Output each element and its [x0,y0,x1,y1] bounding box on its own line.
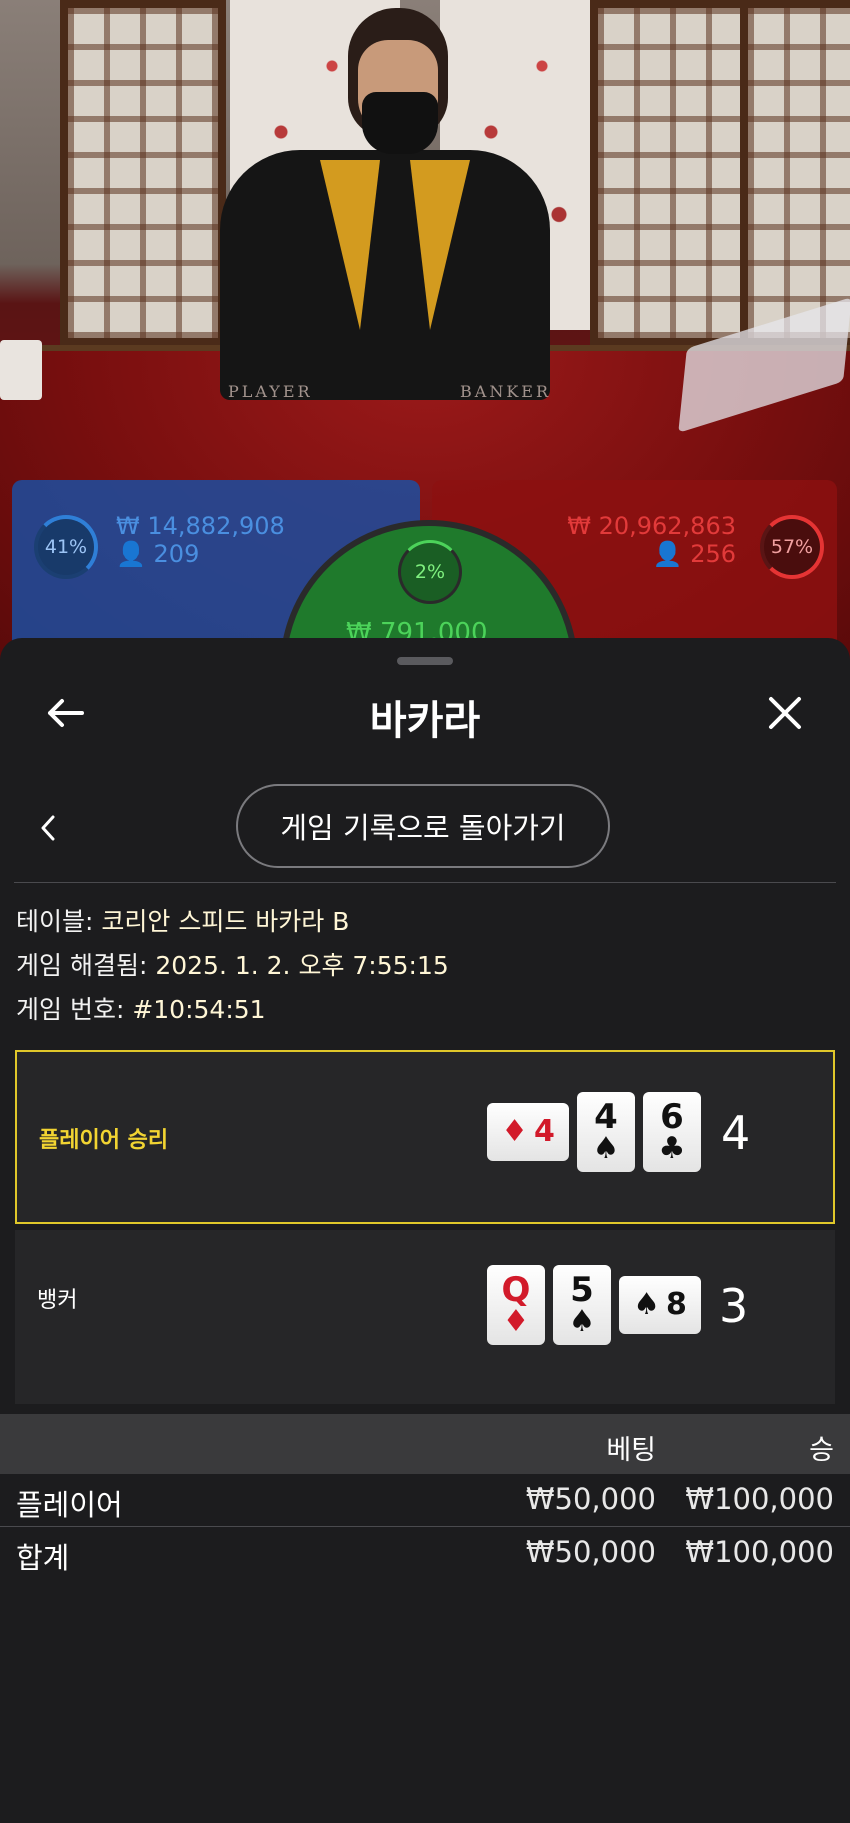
playing-card: 6 ♣ [643,1092,701,1172]
banker-cards: Q ♦ 5 ♠ ♠ 8 [487,1265,701,1345]
dealer-mask [362,92,438,154]
bet-name: 플레이어 [16,1488,123,1522]
tie-percent-ring: 2% [398,540,462,604]
card-suit-icon: ♠ [633,1287,661,1322]
table-row: 합계 ₩50,000 ₩100,000 [0,1527,850,1579]
table-name: 코리안 스피드 바카라 B [101,907,350,936]
table-label-banker: BANKER [460,382,551,401]
wooden-screen-left [60,0,226,346]
dealer-body [220,150,550,400]
card-rank: Q [501,1270,531,1310]
live-video-feed: PLAYER BANKER 41% ₩ 14,882,908 👤 209 2% … [0,0,850,660]
dealer-lapel [320,160,380,330]
player-stats: ₩ 14,882,908 👤 209 [116,512,285,568]
card-suit-icon: ♠ [592,1131,620,1166]
wooden-screen-far-right [740,0,850,346]
table-label-player: PLAYER [228,382,313,401]
banker-bet-total: ₩ 20,962,863 [567,512,736,540]
playing-card: ♦ 4 [487,1103,569,1161]
close-icon[interactable] [760,688,810,738]
tie-percent: 2% [414,561,446,583]
banker-percent-ring: 57% [760,515,824,579]
back-to-history-button[interactable]: 게임 기록으로 돌아가기 [236,784,610,868]
result-label: 뱅커 [37,1288,78,1313]
player-percent: 41% [44,536,88,558]
card-rank: 4 [594,1097,618,1137]
card-stack [0,340,42,400]
playing-card: ♠ 8 [619,1276,701,1334]
wooden-screen-right [590,0,756,346]
card-suit-icon: ♦ [501,1114,529,1149]
bet-name: 합계 [16,1541,70,1575]
win-amount: ₩100,000 [685,1535,834,1569]
game-detail-sheet: 바카라 게임 기록으로 돌아가기 테이블: 코리안 스피드 바카라 B 게임 해… [0,638,850,1823]
info-resolved: 게임 해결됨: 2025. 1. 2. 오후 7:55:15 [16,951,449,980]
banker-score: 3 [719,1279,749,1333]
card-suit-icon: ♦ [502,1304,530,1339]
bet-amount: ₩50,000 [525,1482,656,1516]
user-icon: 👤 [652,540,683,568]
sheet-drag-handle[interactable] [397,657,453,665]
dealer-lapel [410,160,470,330]
resolved-time: 2025. 1. 2. 오후 7:55:15 [155,951,449,980]
banker-count: 👤 256 [652,540,736,568]
banker-result-row: 뱅커 Q ♦ 5 ♠ ♠ 8 3 [15,1230,835,1404]
chevron-left-icon[interactable] [30,808,66,848]
table-row: 플레이어 ₩50,000 ₩100,000 [0,1474,850,1526]
card-rank: 8 [666,1287,687,1322]
card-suit-icon: ♣ [658,1131,686,1166]
user-icon: 👤 [116,540,146,568]
card-suit-icon: ♠ [568,1304,596,1339]
card-rank: 4 [534,1114,555,1149]
column-win: 승 [809,1435,834,1466]
banker-stats: ₩ 20,962,863 👤 256 [567,512,736,568]
player-cards: ♦ 4 4 ♠ 6 ♣ [487,1092,701,1172]
card-rank: 5 [570,1270,594,1310]
player-percent-ring: 41% [34,515,98,579]
player-result-row: 플레이어 승리 ♦ 4 4 ♠ 6 ♣ 4 [15,1050,835,1224]
bet-amount: ₩50,000 [525,1535,656,1569]
divider [14,882,836,883]
win-amount: ₩100,000 [685,1482,834,1516]
banker-percent: 57% [770,536,814,558]
player-score: 4 [721,1106,751,1160]
info-table: 테이블: 코리안 스피드 바카라 B [16,907,350,936]
column-bet: 베팅 [606,1435,656,1466]
result-label: 플레이어 승리 [39,1128,169,1153]
playing-card: 4 ♠ [577,1092,635,1172]
playing-card: Q ♦ [487,1265,545,1345]
page-title: 바카라 [369,698,481,744]
player-count: 👤 209 [116,540,200,568]
bets-table-header: 베팅 승 [0,1414,850,1474]
card-rank: 6 [660,1097,684,1137]
playing-card: 5 ♠ [553,1265,611,1345]
info-game-number: 게임 번호: #10:54:51 [16,995,266,1024]
player-bet-total: ₩ 14,882,908 [116,512,285,540]
game-number: #10:54:51 [132,995,266,1024]
